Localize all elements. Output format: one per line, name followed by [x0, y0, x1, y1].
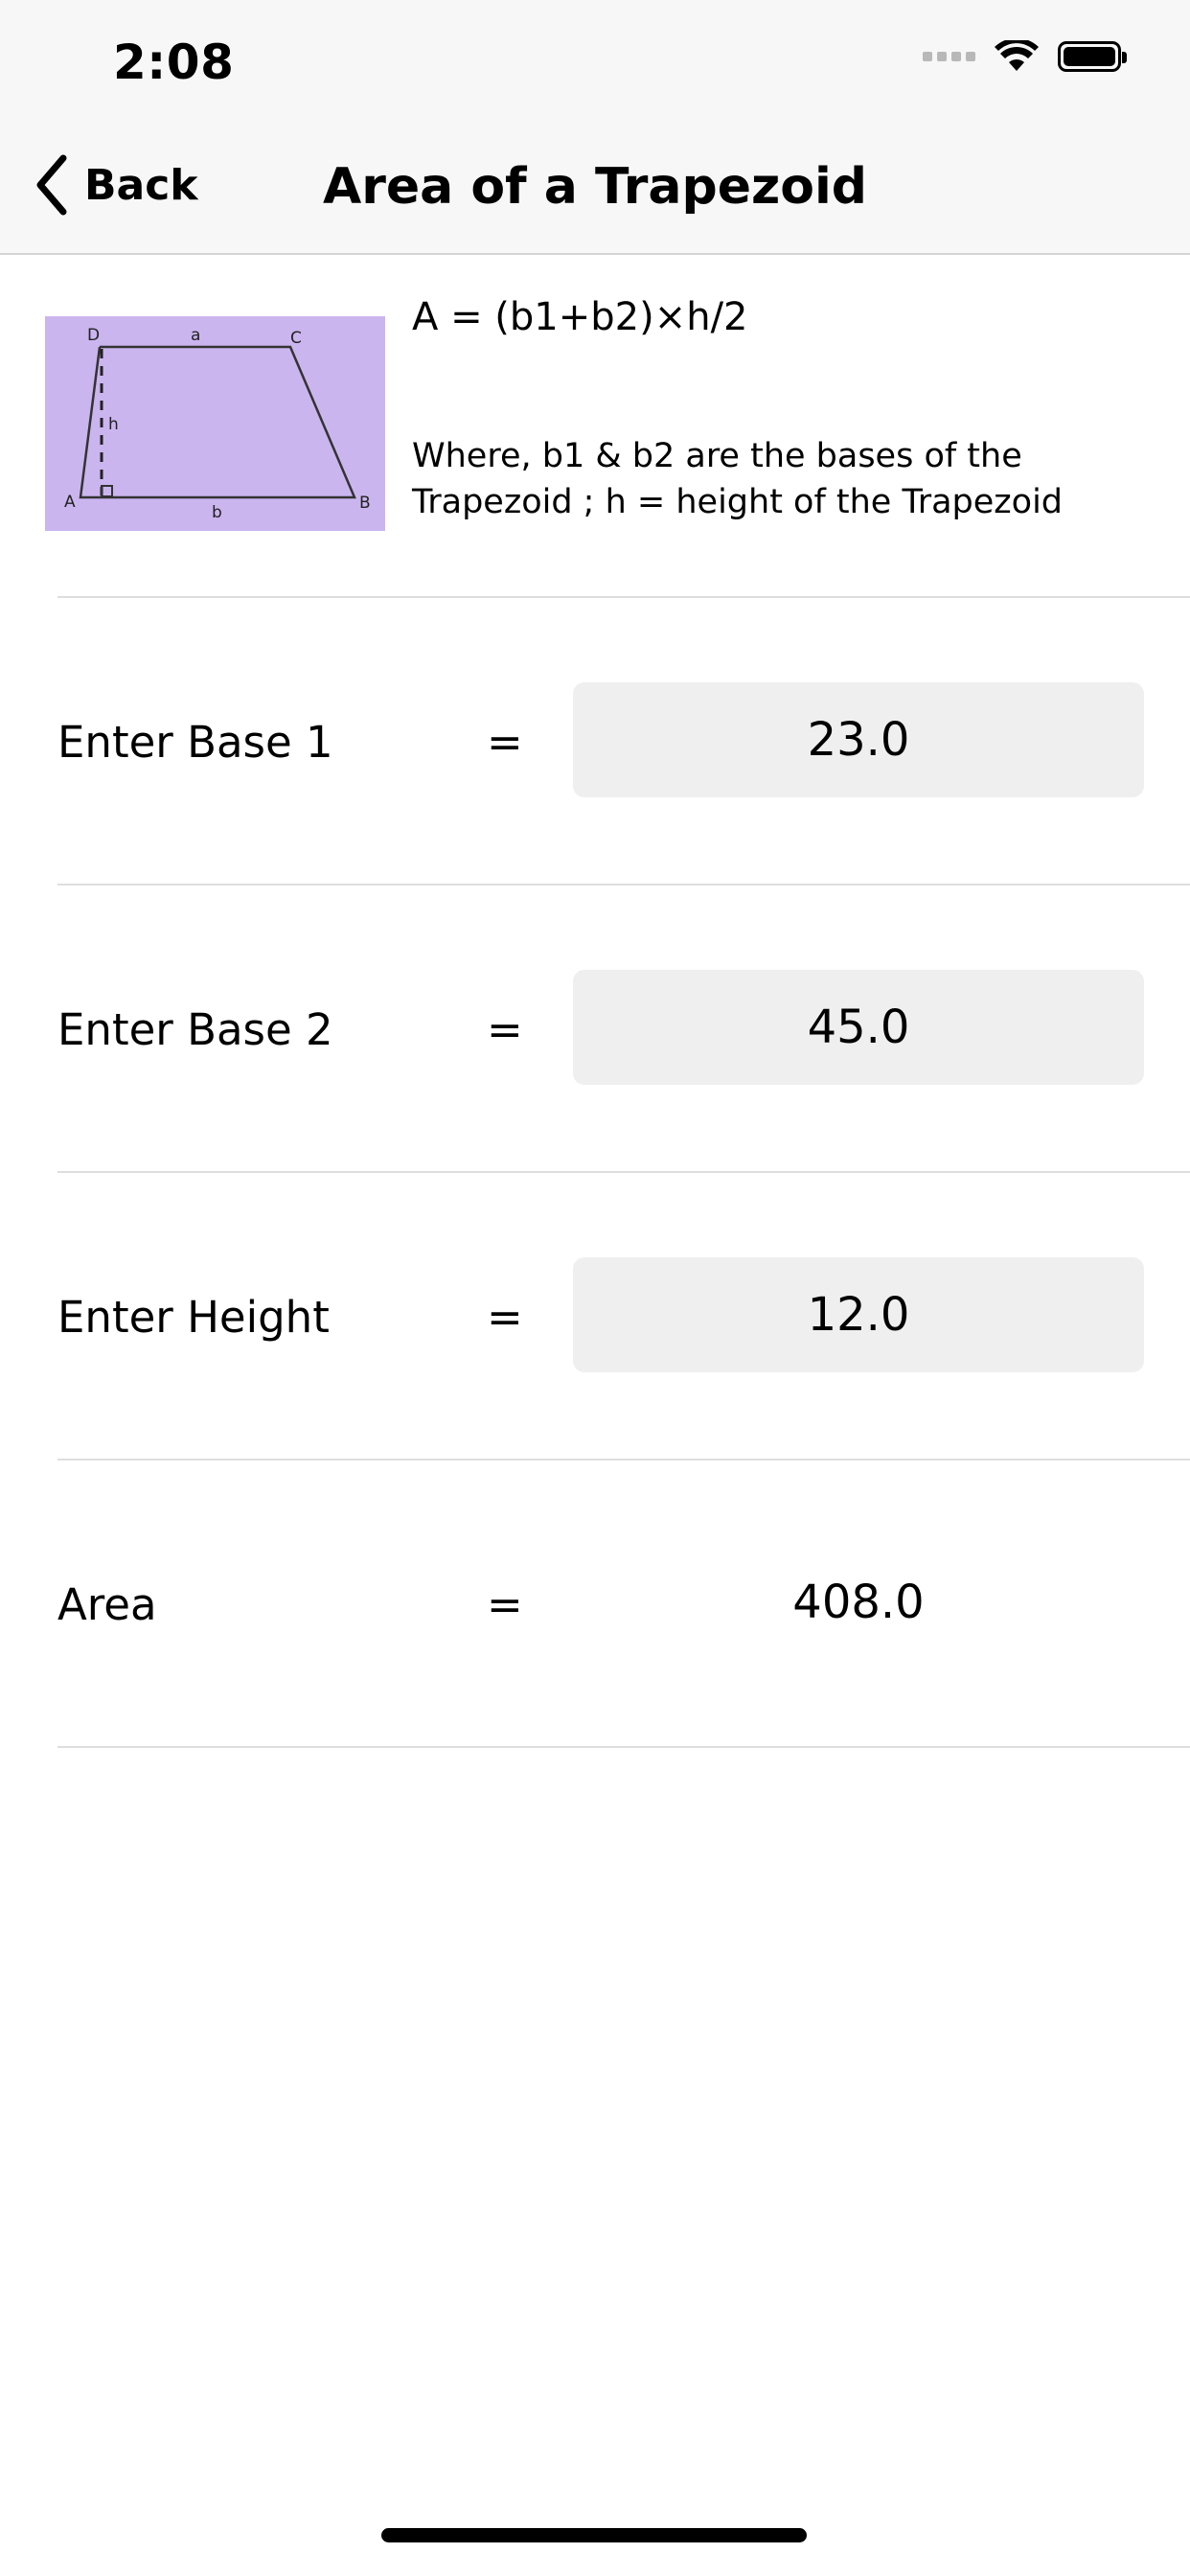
- area-label: Area: [57, 1579, 157, 1630]
- trapezoid-diagram: D a C h A b B: [45, 316, 385, 531]
- vertex-label-b: B: [359, 494, 371, 513]
- divider: [57, 1746, 1190, 1748]
- base2-input[interactable]: 45.0: [573, 970, 1144, 1085]
- navigation-bar: 2:08 Back Area of a Trapezoid: [0, 0, 1190, 255]
- height-label: Enter Height: [57, 1292, 330, 1343]
- area-equals: =: [487, 1579, 523, 1630]
- formula-section: D a C h A b B A = (b1+b2)×h/2 Where, b1 …: [0, 255, 1190, 596]
- base1-input[interactable]: 23.0: [573, 682, 1144, 797]
- area-result-row: Area = 408.0: [0, 1460, 1190, 1746]
- formula-description: Where, b1 & b2 are the bases of the Trap…: [412, 437, 1064, 521]
- area-value: 408.0: [792, 1576, 925, 1629]
- vertex-label-c: C: [290, 329, 302, 348]
- side-label-a: a: [191, 326, 200, 345]
- base1-equals: =: [487, 717, 523, 768]
- height-input[interactable]: 12.0: [573, 1257, 1144, 1372]
- battery-icon: [1058, 41, 1127, 72]
- base2-equals: =: [487, 1004, 523, 1055]
- side-label-b: b: [212, 503, 222, 522]
- base1-row: Enter Base 1 = 23.0: [0, 598, 1190, 884]
- height-label-h: h: [108, 415, 119, 434]
- page-title: Area of a Trapezoid: [322, 158, 867, 216]
- formula-equation: A = (b1+b2)×h/2: [412, 295, 748, 339]
- cellular-signal-icon: [923, 52, 975, 61]
- base2-row: Enter Base 2 = 45.0: [0, 886, 1190, 1171]
- wifi-icon: [995, 40, 1039, 71]
- base2-label: Enter Base 2: [57, 1004, 333, 1055]
- base1-label: Enter Base 1: [57, 717, 333, 768]
- height-row: Enter Height = 12.0: [0, 1173, 1190, 1459]
- status-time: 2:08: [113, 34, 235, 90]
- home-indicator[interactable]: [381, 2528, 807, 2542]
- vertex-label-d: D: [87, 326, 100, 345]
- status-icons: [923, 40, 1127, 73]
- height-equals: =: [487, 1292, 523, 1343]
- vertex-label-a: A: [64, 493, 76, 512]
